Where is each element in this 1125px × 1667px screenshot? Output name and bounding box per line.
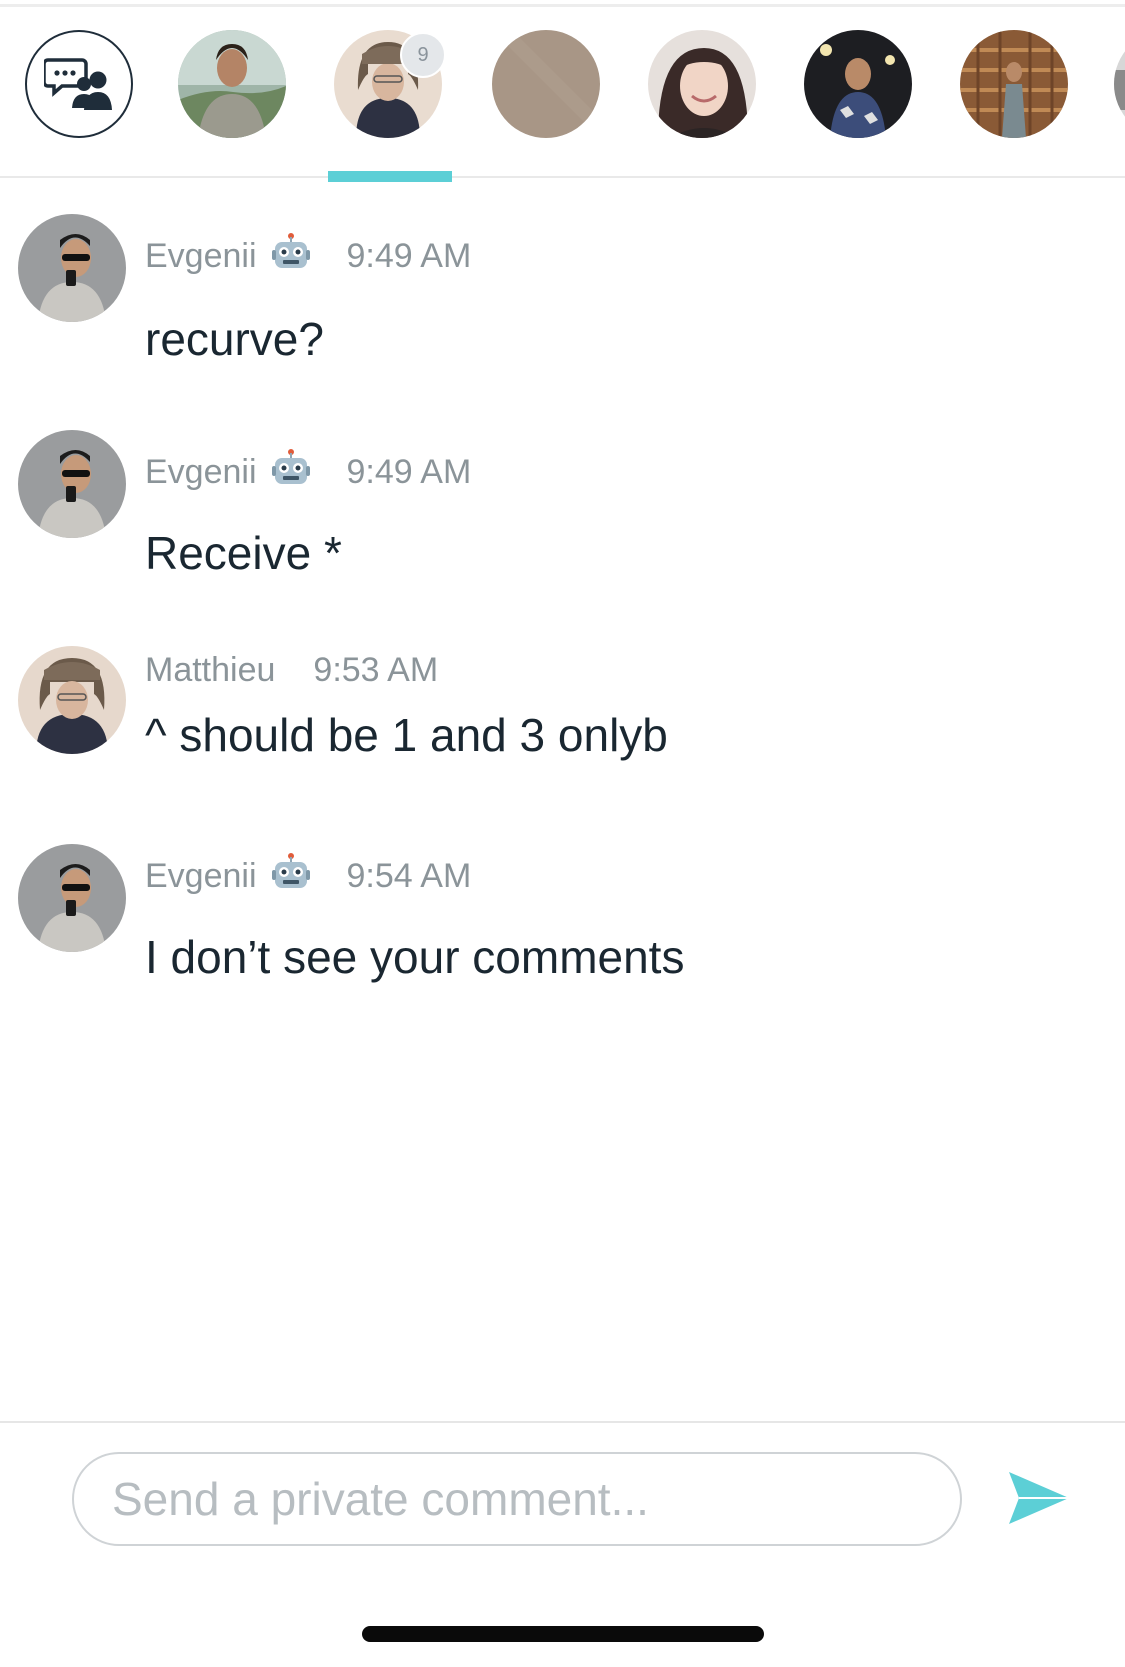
robot-icon [271, 448, 311, 497]
message-header: Matthieu 9:53 AM [145, 648, 438, 692]
participant-avatar-6[interactable] [960, 30, 1068, 138]
author-avatar[interactable] [18, 214, 126, 322]
message-header: Evgenii 9:49 AM [145, 232, 472, 281]
conversation-avatar-strip: 9 [0, 8, 1125, 182]
message-text: I don’t see your comments [145, 931, 685, 983]
group-chat-icon [44, 58, 112, 110]
message-time: 9:49 AM [346, 236, 472, 275]
participant-avatar-5[interactable] [804, 30, 912, 138]
message-time: 9:49 AM [346, 452, 472, 491]
participant-avatar-3[interactable] [492, 30, 600, 138]
top-divider [0, 4, 1125, 7]
author-name: Evgenii [145, 452, 257, 491]
private-comments-screen: 9 Evgenii 9:49 AM recurve? Evgenii 9:49 … [0, 0, 1125, 1667]
message-time: 9:53 AM [313, 650, 439, 689]
author-avatar[interactable] [18, 646, 126, 754]
message-text: recurve? [145, 313, 324, 365]
active-conversation-indicator [328, 171, 452, 182]
author-avatar[interactable] [18, 844, 126, 952]
send-button[interactable] [1004, 1466, 1074, 1530]
participant-avatar-4[interactable] [648, 30, 756, 138]
message-header: Evgenii 9:54 AM [145, 852, 472, 901]
author-name: Evgenii [145, 856, 257, 895]
participant-avatar-1[interactable] [178, 30, 286, 138]
group-chat-button[interactable] [25, 30, 133, 138]
unread-count-badge: 9 [400, 32, 446, 78]
private-comment-input[interactable] [72, 1452, 962, 1546]
message-time: 9:54 AM [346, 856, 472, 895]
robot-icon [271, 232, 311, 281]
message-text: ^ should be 1 and 3 onlyb [145, 709, 668, 761]
robot-icon [271, 852, 311, 901]
participant-avatar-7[interactable] [1114, 30, 1125, 138]
message-header: Evgenii 9:49 AM [145, 448, 472, 497]
message-text: Receive * [145, 527, 342, 579]
author-name: Evgenii [145, 236, 257, 275]
composer-divider [0, 1421, 1125, 1423]
author-name: Matthieu [145, 650, 276, 689]
home-indicator[interactable] [362, 1626, 764, 1642]
send-arrow-icon [1009, 1472, 1069, 1524]
author-avatar[interactable] [18, 430, 126, 538]
